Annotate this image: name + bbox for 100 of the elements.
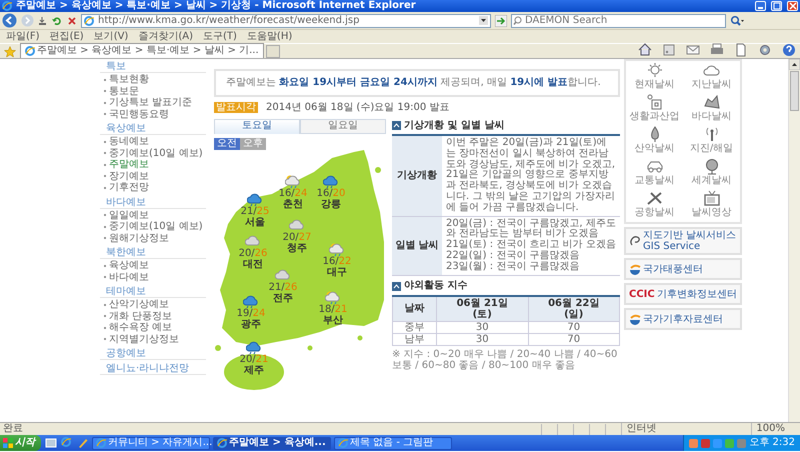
desktop-icon[interactable] — [45, 437, 57, 449]
sidebar-link[interactable]: 기후전망 — [100, 182, 206, 194]
start-button[interactable]: 시작 — [0, 435, 41, 451]
forecast-text: 21일(토) : 전국이 흐리고 비가 오겠음 — [446, 240, 616, 250]
temperature-text: 16/22 — [322, 257, 352, 267]
scrollbar-thumb[interactable] — [790, 71, 799, 111]
banner-link[interactable]: 지도기반 날씨서비스 GIS Service — [624, 227, 742, 255]
sidebar-link[interactable]: 중기예보(10일 예보) — [100, 148, 206, 159]
menu-item[interactable]: 파일(F) — [6, 30, 40, 42]
help-icon[interactable] — [782, 43, 796, 57]
taskbar-button[interactable]: 제목 없음 - 그림판 — [334, 436, 452, 450]
quick-link[interactable]: 바다날씨 — [683, 94, 740, 125]
refresh-icon[interactable] — [51, 14, 63, 26]
banner-link[interactable]: 국가기후자료센터 — [624, 308, 742, 330]
sidebar-link[interactable]: 중기예보(10일 예보) — [100, 221, 206, 232]
search-field[interactable]: DAEMON Search — [511, 14, 726, 28]
quick-link[interactable]: 날씨영상 — [683, 190, 740, 221]
quick-link[interactable]: 세계날씨 — [683, 158, 740, 189]
sidebar-link[interactable]: 육상예보 — [100, 260, 206, 272]
table-cell: 중부 — [392, 321, 436, 334]
home-icon[interactable] — [638, 43, 652, 57]
section-bullet-icon — [392, 121, 401, 130]
sidebar-heading[interactable]: 테마예보 — [100, 286, 206, 298]
sidebar-heading[interactable]: 특보 — [100, 61, 206, 73]
sidebar-link[interactable]: 통보문 — [100, 86, 206, 97]
day-tab[interactable]: 일요일 — [300, 119, 386, 134]
sidebar-link[interactable]: 개화 단풍정보 — [100, 310, 206, 322]
quick-link[interactable]: 생활과산업 — [626, 94, 683, 125]
browser-logo-icon[interactable] — [61, 437, 73, 449]
sidebar-link[interactable]: 일일예보 — [100, 210, 206, 221]
quick-link[interactable]: 지진/해일 — [683, 126, 740, 157]
sidebar-heading[interactable]: 북한예보 — [100, 247, 206, 259]
sidebar-heading[interactable]: 엘니뇨·라니냐전망 — [100, 363, 206, 375]
url-field[interactable]: http://www.kma.go.kr/weather/forecast/weekend.jsp — [81, 14, 491, 28]
forecast-text: 이번 주말은 20일(금)과 21일(토)에는 장마전선이 일시 북상하여 전라남도와 경상남도, 제주도에 비가 오겠고, 21일은 기압골의 영향으로 중부지방과 전라북도, 경상북도에 비가 오겠습니다. 그 밖의 날은 고기압의 가장자리에 들어 가끔 구름많겠습니다. — [446, 138, 616, 214]
index-note: ※ 지수 : 0~20 매우 나쁨 / 20~40 나쁨 / 40~60 보통 / 60~80 좋음 / 80~100 매우 좋음 — [392, 348, 618, 371]
banner-link[interactable]: CCIC 기후변화정보센터 — [624, 283, 742, 305]
menu-item[interactable]: 편집(E) — [50, 30, 84, 42]
quick-link[interactable]: 공항날씨 — [626, 190, 683, 221]
section-bullet-icon — [392, 282, 401, 291]
globe-logo-icon — [629, 263, 641, 275]
airplane-icon — [646, 190, 664, 207]
column-header: 06월 22일 (일) — [547, 298, 600, 320]
sidebar-link[interactable]: 해수욕장 예보 — [100, 322, 206, 334]
sun-icon — [646, 62, 664, 79]
sidebar-heading[interactable]: 육상예보 — [100, 123, 206, 135]
sidebar-link[interactable]: 주말예보 — [100, 159, 206, 170]
city-name: 강릉 — [320, 200, 342, 210]
back-button[interactable] — [2, 13, 17, 28]
mail-icon[interactable] — [686, 43, 700, 57]
quick-link[interactable]: 지난날씨 — [683, 62, 740, 93]
menu-item[interactable]: 보기(V) — [94, 30, 128, 42]
page-icon[interactable] — [734, 43, 748, 57]
sidebar-link[interactable]: 국민행동요령 — [100, 108, 206, 120]
city-name: 청주 — [286, 244, 308, 254]
clock-text: 오후 2:32 — [749, 437, 795, 449]
sidebar-link[interactable]: 장기예보 — [100, 170, 206, 182]
sun-cloud-rain-icon — [329, 242, 345, 257]
sidebar-link[interactable]: 지역별기상정보 — [100, 334, 206, 345]
menu-item[interactable]: 도구(T) — [203, 30, 237, 42]
stop-icon[interactable] — [67, 16, 77, 26]
sidebar-heading[interactable]: 공항예보 — [100, 348, 206, 360]
search-button[interactable] — [730, 14, 744, 26]
quick-link[interactable]: 교통날씨 — [626, 158, 683, 189]
favorites-star-icon[interactable] — [4, 46, 16, 58]
search-icon — [513, 16, 522, 24]
taskbar-button[interactable]: 주말예보 > 육상예... — [213, 436, 331, 450]
pencil-icon[interactable] — [77, 437, 89, 449]
house-icon — [646, 94, 664, 111]
go-button[interactable] — [495, 14, 507, 26]
quick-link[interactable]: 산악날씨 — [626, 126, 683, 157]
scroll-up-button[interactable] — [789, 59, 800, 70]
sidebar-link[interactable]: 원해기상정보 — [100, 232, 206, 244]
menu-item[interactable]: 도움말(H) — [246, 30, 292, 42]
page-logo-icon — [84, 16, 94, 26]
sidebar-link[interactable]: 기상특보 발표기준 — [100, 97, 206, 108]
day-tab[interactable]: 토요일 — [214, 119, 300, 134]
windows-logo-icon[interactable] — [3, 438, 13, 448]
feed-icon[interactable] — [662, 43, 676, 57]
printer-icon[interactable] — [710, 43, 724, 57]
banner-link[interactable]: 국가태풍센터 — [624, 258, 742, 280]
sidebar-heading[interactable]: 바다예보 — [100, 196, 206, 208]
sidebar-link[interactable]: 특보현황 — [100, 74, 206, 86]
sidebar-link[interactable]: 산악기상예보 — [100, 299, 206, 310]
quick-link[interactable]: 현재날씨 — [626, 62, 683, 93]
browser-logo-icon — [2, 1, 12, 11]
browser-tab[interactable]: 주말예보 > 육상예보 > 특보·예보 > 날씨 > 기... — [20, 43, 264, 58]
period-tab[interactable]: 오전 — [214, 138, 240, 150]
city-name: 광주 — [240, 320, 262, 330]
menu-item[interactable]: 즐겨찾기(A) — [138, 30, 193, 42]
app-logo-icon — [96, 438, 106, 448]
sidebar-link[interactable]: 동네예보 — [100, 136, 206, 148]
section-title: 야외활동 지수 — [404, 280, 468, 292]
city-name: 제주 — [243, 366, 265, 376]
sidebar-link[interactable]: 바다예보 — [100, 272, 206, 283]
temperature-text: 20/26 — [238, 249, 268, 259]
window-title: 주말예보 > 육상예보 > 특보·예보 > 날씨 > 기상청 - Microsoft Internet Explorer — [16, 0, 417, 12]
taskbar-button[interactable]: 커뮤니티 > 자유게시... — [92, 436, 210, 450]
app-logo-icon — [217, 438, 227, 448]
forecast-text: 22일(일) : 전국이 구름많겠음 — [446, 250, 580, 261]
